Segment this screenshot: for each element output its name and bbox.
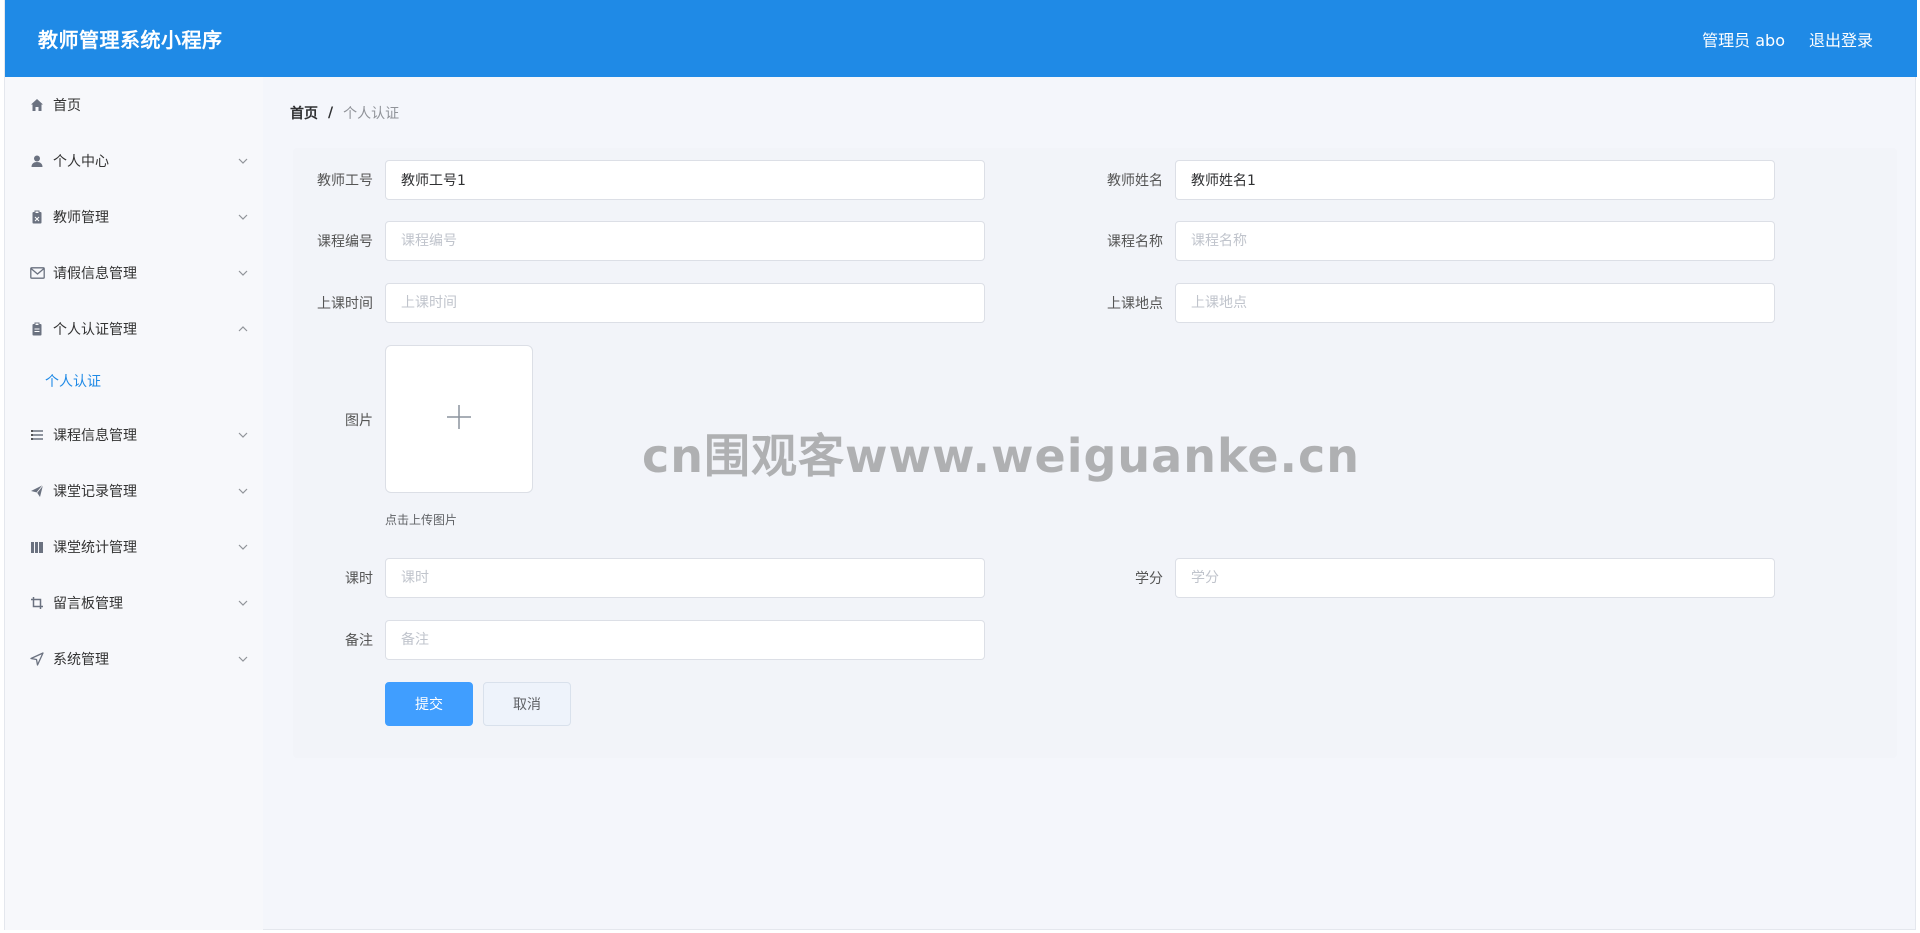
- sidebar-item-teachers[interactable]: 教师管理: [5, 197, 263, 237]
- submit-button[interactable]: 提交: [385, 682, 473, 726]
- document-icon: [29, 321, 45, 337]
- top-header: 教师管理系统小程序 管理员 abo 退出登录: [5, 0, 1917, 77]
- course-name-label: 课程名称: [1107, 234, 1163, 250]
- remark-input[interactable]: [385, 620, 985, 660]
- logout-button[interactable]: 退出登录: [1809, 27, 1873, 51]
- course-no-label: 课程编号: [317, 234, 373, 250]
- chevron-up-icon: [237, 323, 249, 335]
- sidebar-subitem-label: 个人认证: [45, 374, 101, 390]
- book-icon: [29, 539, 45, 555]
- image-upload-box[interactable]: [385, 345, 533, 493]
- credits-label: 学分: [1135, 571, 1163, 587]
- teacher-name-input[interactable]: [1175, 160, 1775, 200]
- chevron-down-icon: [237, 485, 249, 497]
- chevron-down-icon: [237, 429, 249, 441]
- sidebar-item-home[interactable]: 首页: [5, 85, 263, 125]
- class-time-input[interactable]: [385, 283, 985, 323]
- sidebar-item-label: 教师管理: [53, 210, 109, 226]
- sidebar-item-label: 系统管理: [53, 652, 109, 668]
- sidebar-item-label: 课堂记录管理: [53, 484, 137, 500]
- sidebar-item-class-records[interactable]: 课堂记录管理: [5, 471, 263, 511]
- list-icon: [29, 427, 45, 443]
- chevron-down-icon: [237, 597, 249, 609]
- sidebar-item-label: 请假信息管理: [53, 266, 137, 282]
- teacher-name-label: 教师姓名: [1107, 173, 1163, 189]
- sidebar-item-label: 个人认证管理: [53, 322, 137, 338]
- class-time-label: 上课时间: [317, 296, 373, 312]
- current-user-label: 管理员 abo: [1702, 31, 1785, 50]
- sidebar-item-label: 首页: [53, 98, 81, 114]
- sidebar-item-certification[interactable]: 个人认证管理: [5, 309, 263, 349]
- plus-icon: [446, 404, 472, 434]
- upload-hint: 点击上传图片: [385, 513, 458, 527]
- course-name-input[interactable]: [1175, 221, 1775, 261]
- course-no-input[interactable]: [385, 221, 985, 261]
- sidebar-item-label: 留言板管理: [53, 596, 123, 612]
- send-icon: [29, 483, 45, 499]
- navigation-icon: [29, 651, 45, 667]
- sidebar-item-label: 课程信息管理: [53, 428, 137, 444]
- breadcrumb-current: 个人认证: [343, 106, 400, 122]
- teacher-id-label: 教师工号: [317, 173, 373, 189]
- sidebar: 首页 个人中心 教师管理 请假信息管理 个人认证管理 个人认证 课程信息管理 课…: [5, 77, 263, 930]
- class-place-label: 上课地点: [1107, 296, 1163, 312]
- chevron-down-icon: [237, 155, 249, 167]
- hours-label: 课时: [345, 571, 373, 587]
- chevron-down-icon: [237, 267, 249, 279]
- sidebar-item-profile[interactable]: 个人中心: [5, 141, 263, 181]
- class-place-input[interactable]: [1175, 283, 1775, 323]
- chevron-down-icon: [237, 541, 249, 553]
- remark-label: 备注: [345, 633, 373, 649]
- sidebar-item-system[interactable]: 系统管理: [5, 639, 263, 679]
- clipboard-icon: [29, 209, 45, 225]
- app-frame: 教师管理系统小程序 管理员 abo 退出登录 首页 个人中心 教师管理 请假信息…: [4, 0, 1917, 930]
- teacher-id-input[interactable]: [385, 160, 985, 200]
- sidebar-item-class-stats[interactable]: 课堂统计管理: [5, 527, 263, 567]
- chevron-down-icon: [237, 211, 249, 223]
- sidebar-subitem-certification[interactable]: 个人认证: [5, 361, 263, 401]
- sidebar-item-leave[interactable]: 请假信息管理: [5, 253, 263, 293]
- mail-icon: [29, 265, 45, 281]
- hours-input[interactable]: [385, 558, 985, 598]
- breadcrumb-home[interactable]: 首页: [290, 103, 318, 123]
- header-user-area: 管理员 abo 退出登录: [1702, 27, 1873, 51]
- breadcrumb: 首页 / 个人认证: [290, 103, 399, 123]
- image-label: 图片: [345, 413, 373, 429]
- breadcrumb-separator: /: [328, 105, 334, 121]
- sidebar-item-message-board[interactable]: 留言板管理: [5, 583, 263, 623]
- sidebar-item-label: 课堂统计管理: [53, 540, 137, 556]
- user-icon: [29, 153, 45, 169]
- credits-input[interactable]: [1175, 558, 1775, 598]
- cancel-button[interactable]: 取消: [483, 682, 571, 726]
- sidebar-item-courses[interactable]: 课程信息管理: [5, 415, 263, 455]
- home-icon: [29, 97, 45, 113]
- sidebar-item-label: 个人中心: [53, 154, 109, 170]
- chevron-down-icon: [237, 653, 249, 665]
- app-title: 教师管理系统小程序: [38, 28, 223, 52]
- crop-icon: [29, 595, 45, 611]
